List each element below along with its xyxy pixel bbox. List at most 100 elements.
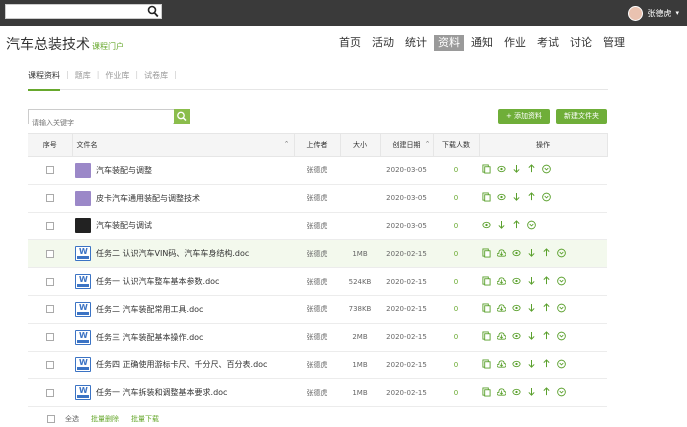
share-icon[interactable] — [482, 192, 491, 202]
table-row[interactable]: 任务三 汽车装配基本操作.doc 张德虎2MB2020-02-150 — [28, 323, 607, 352]
file-name[interactable]: 汽车装配与调整 — [96, 166, 152, 175]
table-row[interactable]: 任务四 正确使用游标卡尺、千分尺、百分表.doc 张德虎1MB2020-02-15… — [28, 351, 607, 380]
share-icon[interactable] — [482, 248, 491, 258]
nav-item-0[interactable]: 首页 — [335, 35, 365, 51]
file-name[interactable]: 任务一 汽车拆装和调整基本要求.doc — [96, 388, 227, 397]
more-icon[interactable] — [557, 276, 566, 286]
view-icon[interactable] — [497, 164, 506, 174]
move-down-icon[interactable] — [527, 387, 536, 397]
file-name[interactable]: 汽车装配与调试 — [96, 221, 152, 230]
view-icon[interactable] — [512, 387, 521, 397]
nav-item-2[interactable]: 统计 — [401, 35, 431, 51]
file-name-cell[interactable]: 任务二 认识汽车VIN码、汽车车身结构.doc — [72, 239, 294, 269]
row-checkbox[interactable] — [46, 305, 54, 314]
view-icon[interactable] — [482, 220, 491, 230]
row-checkbox[interactable] — [46, 360, 54, 369]
move-up-icon[interactable] — [542, 331, 551, 341]
move-down-icon[interactable] — [527, 248, 536, 258]
move-down-icon[interactable] — [512, 192, 521, 202]
keyword-search-button[interactable] — [174, 109, 190, 124]
batch-delete-link[interactable]: 批量删除 — [91, 414, 119, 424]
table-row[interactable]: 任务二 汽车装配常用工具.doc 张德虎738KB2020-02-150 — [28, 295, 607, 324]
file-name[interactable]: 皮卡汽车通用装配与调整技术 — [96, 194, 200, 203]
chevron-down-icon[interactable]: ▾ — [675, 9, 679, 17]
move-up-icon[interactable] — [512, 220, 521, 230]
more-icon[interactable] — [557, 303, 566, 313]
nav-item-8[interactable]: 管理 — [599, 35, 629, 51]
more-icon[interactable] — [542, 192, 551, 202]
share-icon[interactable] — [482, 303, 491, 313]
more-icon[interactable] — [557, 331, 566, 341]
row-checkbox[interactable] — [46, 277, 54, 286]
user-name[interactable]: 张德虎 — [647, 8, 671, 19]
file-name[interactable]: 任务四 正确使用游标卡尺、千分尺、百分表.doc — [96, 360, 267, 369]
course-portal-link[interactable]: 课程门户 — [92, 42, 124, 51]
download-icon[interactable] — [497, 248, 506, 258]
table-row[interactable]: 汽车装配与调试 张德虎 2020-03-05 0 — [28, 212, 607, 241]
view-icon[interactable] — [512, 276, 521, 286]
download-icon[interactable] — [497, 303, 506, 313]
file-name[interactable]: 任务三 汽车装配基本操作.doc — [96, 333, 203, 342]
more-icon[interactable] — [542, 164, 551, 174]
download-icon[interactable] — [497, 331, 506, 341]
table-row[interactable]: 任务一 认识汽车整车基本参数.doc 张德虎524KB2020-02-150 — [28, 267, 607, 296]
share-icon[interactable] — [482, 387, 491, 397]
nav-item-5[interactable]: 作业 — [500, 35, 530, 51]
nav-item-1[interactable]: 活动 — [368, 35, 398, 51]
subtab-1[interactable]: 题库 — [75, 70, 91, 89]
more-icon[interactable] — [557, 359, 566, 369]
move-up-icon[interactable] — [527, 192, 536, 202]
file-name[interactable]: 任务二 汽车装配常用工具.doc — [96, 305, 203, 314]
file-name-cell[interactable]: 皮卡汽车通用装配与调整技术 — [72, 184, 294, 213]
view-icon[interactable] — [512, 331, 521, 341]
move-down-icon[interactable] — [527, 359, 536, 369]
new-folder-button[interactable]: 新建文件夹 — [556, 109, 607, 124]
view-icon[interactable] — [497, 192, 506, 202]
download-icon[interactable] — [497, 276, 506, 286]
file-name[interactable]: 任务二 认识汽车VIN码、汽车车身结构.doc — [96, 249, 249, 258]
table-row[interactable]: 任务二 认识汽车VIN码、汽车车身结构.doc 张德虎1MB2020-02-150 — [28, 239, 607, 269]
download-icon[interactable] — [497, 387, 506, 397]
share-icon[interactable] — [482, 359, 491, 369]
move-up-icon[interactable] — [542, 248, 551, 258]
subtab-3[interactable]: 试卷库 — [144, 70, 168, 89]
table-row[interactable]: 汽车装配与调整 张德虎 2020-03-05 0 — [28, 156, 607, 185]
user-menu[interactable]: 张德虎 ▾ — [628, 5, 679, 21]
nav-item-6[interactable]: 考试 — [533, 35, 563, 51]
view-icon[interactable] — [512, 359, 521, 369]
share-icon[interactable] — [482, 276, 491, 286]
more-icon[interactable] — [527, 220, 536, 230]
file-name-cell[interactable]: 任务四 正确使用游标卡尺、千分尺、百分表.doc — [72, 351, 294, 380]
file-name-cell[interactable]: 任务一 汽车拆装和调整基本要求.doc — [72, 378, 294, 408]
move-down-icon[interactable] — [527, 276, 536, 286]
batch-download-link[interactable]: 批量下载 — [131, 414, 159, 424]
global-search-input[interactable] — [5, 4, 162, 19]
move-down-icon[interactable] — [527, 331, 536, 341]
download-icon[interactable] — [497, 359, 506, 369]
move-up-icon[interactable] — [527, 164, 536, 174]
sort-icon[interactable]: ⌃ — [425, 140, 431, 148]
nav-item-7[interactable]: 讨论 — [566, 35, 596, 51]
move-down-icon[interactable] — [512, 164, 521, 174]
file-name-cell[interactable]: 任务二 汽车装配常用工具.doc — [72, 295, 294, 324]
row-checkbox[interactable] — [46, 166, 54, 175]
file-name[interactable]: 任务一 认识汽车整车基本参数.doc — [96, 277, 219, 286]
move-down-icon[interactable] — [497, 220, 506, 230]
col-date[interactable]: 创建日期 ⌃ — [380, 133, 434, 157]
share-icon[interactable] — [482, 164, 491, 174]
nav-item-3[interactable]: 资料 — [434, 35, 464, 51]
select-all-checkbox[interactable] — [47, 415, 55, 423]
more-icon[interactable] — [557, 387, 566, 397]
view-icon[interactable] — [512, 303, 521, 313]
row-checkbox[interactable] — [46, 333, 54, 342]
row-checkbox[interactable] — [46, 388, 54, 397]
file-name-cell[interactable]: 任务一 认识汽车整车基本参数.doc — [72, 267, 294, 296]
share-icon[interactable] — [482, 331, 491, 341]
avatar[interactable] — [628, 5, 644, 21]
file-name-cell[interactable]: 汽车装配与调试 — [72, 212, 294, 241]
move-up-icon[interactable] — [542, 275, 551, 286]
table-row[interactable]: 皮卡汽车通用装配与调整技术 张德虎 2020-03-05 0 — [28, 184, 607, 213]
subtab-0[interactable]: 课程资料 — [28, 70, 60, 91]
keyword-search-input[interactable] — [29, 116, 173, 130]
move-up-icon[interactable] — [542, 303, 551, 313]
